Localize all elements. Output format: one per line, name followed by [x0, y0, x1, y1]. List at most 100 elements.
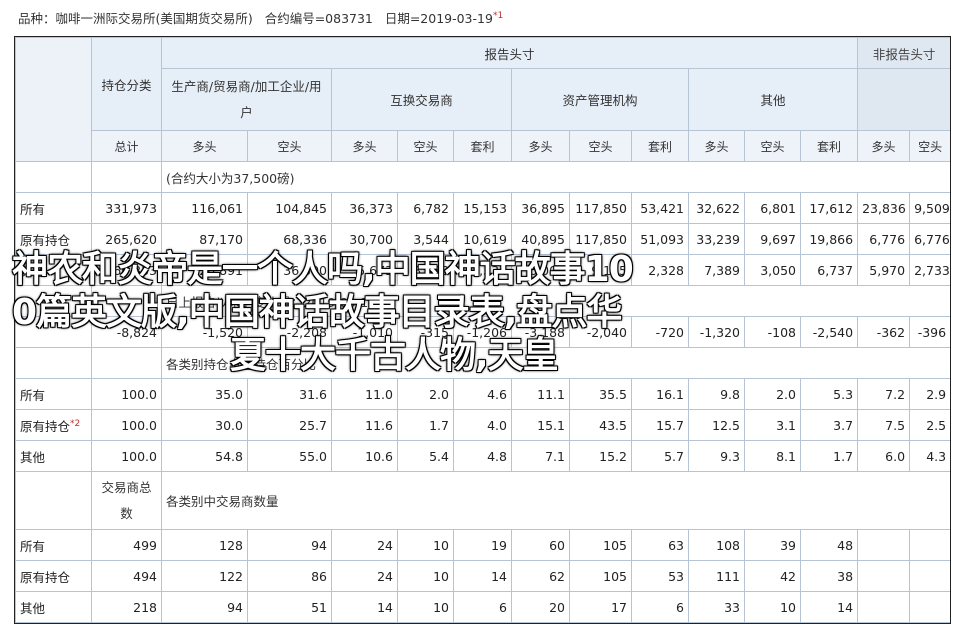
cell: 5.3 [799, 378, 859, 410]
cell: 499 [91, 529, 162, 561]
cell: 14 [799, 591, 859, 623]
cell: 30.0 [161, 409, 248, 441]
row-label: 所有 [15, 378, 92, 410]
cell: 105 [569, 529, 632, 561]
cell: 32,622 [688, 192, 745, 224]
cell: 9.3 [688, 440, 745, 472]
cell: 31.6 [247, 378, 332, 410]
cell [857, 560, 911, 592]
cell: 108 [688, 529, 745, 561]
cell [909, 529, 950, 561]
cell: 100.0 [91, 409, 162, 441]
cell: 5.7 [631, 440, 689, 472]
cell: 117,850 [569, 192, 632, 224]
cell: 11.0 [331, 378, 398, 410]
cell: 14 [331, 591, 398, 623]
cell: 51 [247, 591, 332, 623]
cell: 54.8 [161, 440, 248, 472]
cell: 105 [569, 560, 632, 592]
cell: 7.5 [857, 409, 911, 441]
cell: 4.8 [453, 440, 512, 472]
cell: 38 [799, 560, 859, 592]
cell: 23,836 [857, 192, 911, 224]
cell: 6 [631, 591, 689, 623]
overlay-line-2: 0篇英文版,中国神话故事目录表,盘点华 [12, 292, 622, 333]
sub-long: 多头 [511, 130, 570, 162]
cell: 43.5 [569, 409, 632, 441]
cell: 53 [631, 560, 689, 592]
group-other: 其他 [687, 68, 859, 131]
cell: 3.7 [799, 409, 859, 441]
corner-cell [15, 37, 92, 162]
cell: 8.1 [744, 440, 801, 472]
nonreporting-header: 非报告头寸 [857, 37, 950, 69]
contract-size-note: (合约大小为37,500磅) [160, 161, 950, 193]
cell: 25.7 [247, 409, 332, 441]
cell: 24 [331, 560, 398, 592]
trader-total-line1: 交易商总 [101, 479, 152, 495]
cell: 48 [799, 529, 859, 561]
cell: 2,733 [909, 254, 950, 286]
sub-spread: 套利 [631, 130, 689, 162]
cell: 24 [331, 529, 398, 561]
traders-note: 各类别中交易商数量 [160, 471, 950, 530]
sub-spread: 套利 [799, 130, 859, 162]
cell: 94 [247, 529, 332, 561]
cell: 60 [511, 529, 570, 561]
overlay-line-1: 神农和炎帝是一个人吗,中国神话故事10 [12, 249, 634, 290]
cell: 3.1 [744, 409, 801, 441]
cell: 4.0 [453, 409, 512, 441]
cell: 122 [161, 560, 248, 592]
trader-total-header: 交易商总数 [91, 471, 162, 530]
cell: 15,153 [453, 192, 512, 224]
cell [857, 529, 911, 561]
cell: 494 [91, 560, 162, 592]
cell: 35.0 [161, 378, 248, 410]
cell: 63 [631, 529, 689, 561]
row-label: 所有 [15, 529, 92, 561]
cell: 7.2 [857, 378, 911, 410]
row-label-text: 原有持仓 [20, 418, 71, 434]
sub-long: 多头 [857, 130, 911, 162]
cell [857, 591, 911, 623]
group-swap: 互换交易商 [331, 68, 512, 131]
overlay-headline: 神农和炎帝是一个人吗,中国神话故事10 0篇英文版,中国神话故事目录表,盘点华 … [12, 248, 912, 377]
cell: 5.4 [397, 440, 454, 472]
cell: -396 [909, 316, 950, 348]
cell: 36,895 [511, 192, 570, 224]
cell: 42 [744, 560, 801, 592]
overlay-line-3: 夏十大千古人物,天皇 [230, 335, 559, 376]
report-header-line: 品种：咖啡一洲际交易所(美国期货交易所) 合约编号=083731 日期=2019… [18, 8, 503, 27]
cell: 2.0 [397, 378, 454, 410]
group-nonreporting [857, 68, 950, 131]
cell: 20 [511, 591, 570, 623]
cell: 100.0 [91, 378, 162, 410]
cell: 15.1 [511, 409, 570, 441]
cell: 16.1 [631, 378, 689, 410]
cell: 1.7 [397, 409, 454, 441]
total-header: 总计 [91, 130, 162, 162]
product-name: 品种：咖啡一洲际交易所(美国期货交易所) [18, 11, 253, 26]
row-label-text: 其他 [20, 449, 46, 465]
row-label: 其他 [15, 591, 92, 623]
sub-long: 多头 [161, 130, 248, 162]
cell: 2.5 [909, 409, 950, 441]
blank-cell [91, 161, 162, 193]
group-producer: 生产商/贸易商/加工企业/用户 [161, 68, 332, 131]
sub-long: 多头 [688, 130, 745, 162]
cell: 6,801 [744, 192, 801, 224]
cell: 36,373 [331, 192, 398, 224]
footnote-mark: *1 [492, 10, 504, 21]
cell: 39 [744, 529, 801, 561]
cell: 6.0 [857, 440, 911, 472]
cell: 11.1 [511, 378, 570, 410]
cell: 12.5 [688, 409, 745, 441]
cell: 33 [688, 591, 745, 623]
cell [909, 560, 950, 592]
sub-short: 空头 [397, 130, 454, 162]
blank-cell [15, 471, 92, 530]
blank-cell [15, 161, 92, 193]
cell: 9,509 [909, 192, 950, 224]
table-row: 所有 100.0 35.0 31.6 11.0 2.0 4.6 11.1 35.… [15, 378, 950, 410]
contract-code: 合约编号=083731 [264, 11, 373, 26]
